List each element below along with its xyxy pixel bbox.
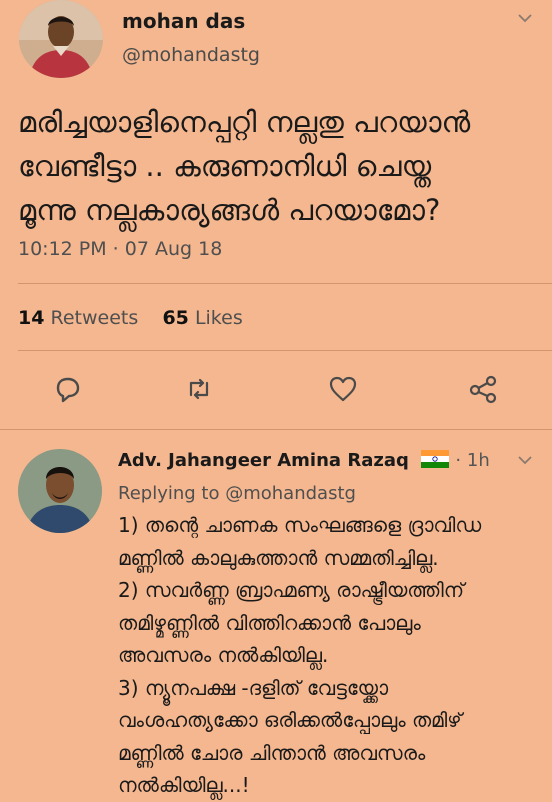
handle[interactable]: @mohandastg: [122, 44, 260, 66]
profile-photo: [19, 0, 103, 78]
divider: [18, 350, 552, 351]
reply-text-line: 1) തന്റെ ചാണക സംഘങ്ങളെ ദ്രാവിഡ: [118, 513, 482, 537]
chevron-down-icon[interactable]: [517, 452, 533, 468]
mention-link[interactable]: @mohandastg: [225, 483, 356, 504]
divider: [18, 283, 552, 284]
retweet-icon[interactable]: [183, 373, 215, 405]
reply-text-line: മണ്ണിൽ കാലുകുത്താൻ സമ്മതിച്ചില്ല.: [118, 545, 439, 570]
tweet-text-line: വേണ്ടീട്ടാ .. കരുണാനിധി ചെയ്ത: [18, 149, 432, 183]
reply-text-line: 2) സവർണ്ണ ബ്രാഹ്മണ്യ രാഷ്ട്രീയത്തിന്: [118, 578, 465, 602]
reply-text: 1) തന്റെ ചാണക സംഘങ്ങളെ ദ്രാവിഡ മണ്ണിൽ കാ…: [118, 509, 538, 802]
like-count[interactable]: 65 Likes: [162, 307, 242, 329]
tweet-text-line: മൂന്നു നല്ലകാര്യങ്ങൾ പറയാമോ?: [18, 193, 441, 227]
display-name[interactable]: mohan das: [122, 9, 245, 33]
reply-text-line: വംശഹത്യക്കോ ഒരിക്കൽപ്പോലും തമിഴ്: [118, 708, 462, 732]
share-icon[interactable]: [467, 373, 499, 405]
retweet-count[interactable]: 14 Retweets: [18, 307, 138, 329]
like-icon[interactable]: [327, 373, 359, 405]
reply-text-line: 3) ന്യൂനപക്ഷ -ദളിത് വേട്ടയ്ക്കോ: [118, 675, 389, 700]
tweet-text: മരിച്ചയാളിനെപ്പറ്റി നല്ലതു പറയാൻ വേണ്ടീട…: [18, 100, 538, 232]
reply-text-line: മണ്ണിൽ ചോര ചിന്താൻ അവസരം: [118, 740, 426, 765]
replying-to: Replying to @mohandastg: [118, 483, 356, 504]
india-flag-icon: [421, 450, 450, 468]
tweet-timestamp[interactable]: 10:12 PM · 07 Aug 18: [18, 238, 222, 260]
main-tweet: mohan das @mohandastg മരിച്ചയാളിനെപ്പറ്റ…: [0, 0, 552, 430]
reply-time: · 1h: [455, 450, 490, 471]
tweet-stats: 14 Retweets 65 Likes: [18, 307, 243, 329]
reply-author[interactable]: Adv. Jahangeer Amina Razaq · 1h: [118, 450, 490, 471]
chevron-down-icon[interactable]: [517, 10, 533, 26]
reply-display-name[interactable]: Adv. Jahangeer Amina Razaq: [118, 450, 409, 471]
reply-avatar[interactable]: [18, 449, 102, 533]
reply-text-line: നൽകിയില്ല...!: [118, 773, 250, 797]
reply-text-line: അവസരം നൽകിയില്ല.: [118, 643, 329, 667]
replying-prefix: Replying to: [118, 483, 220, 504]
reply-text-line: തമിഴ്മണ്ണിൽ വിത്തിറക്കാൻ പോലും: [118, 610, 421, 635]
divider: [0, 429, 552, 430]
profile-photo: [18, 449, 102, 533]
tweet-text-line: മരിച്ചയാളിനെപ്പറ്റി നല്ലതു പറയാൻ: [18, 105, 471, 139]
reply-icon[interactable]: [51, 373, 83, 405]
avatar[interactable]: [19, 0, 103, 78]
